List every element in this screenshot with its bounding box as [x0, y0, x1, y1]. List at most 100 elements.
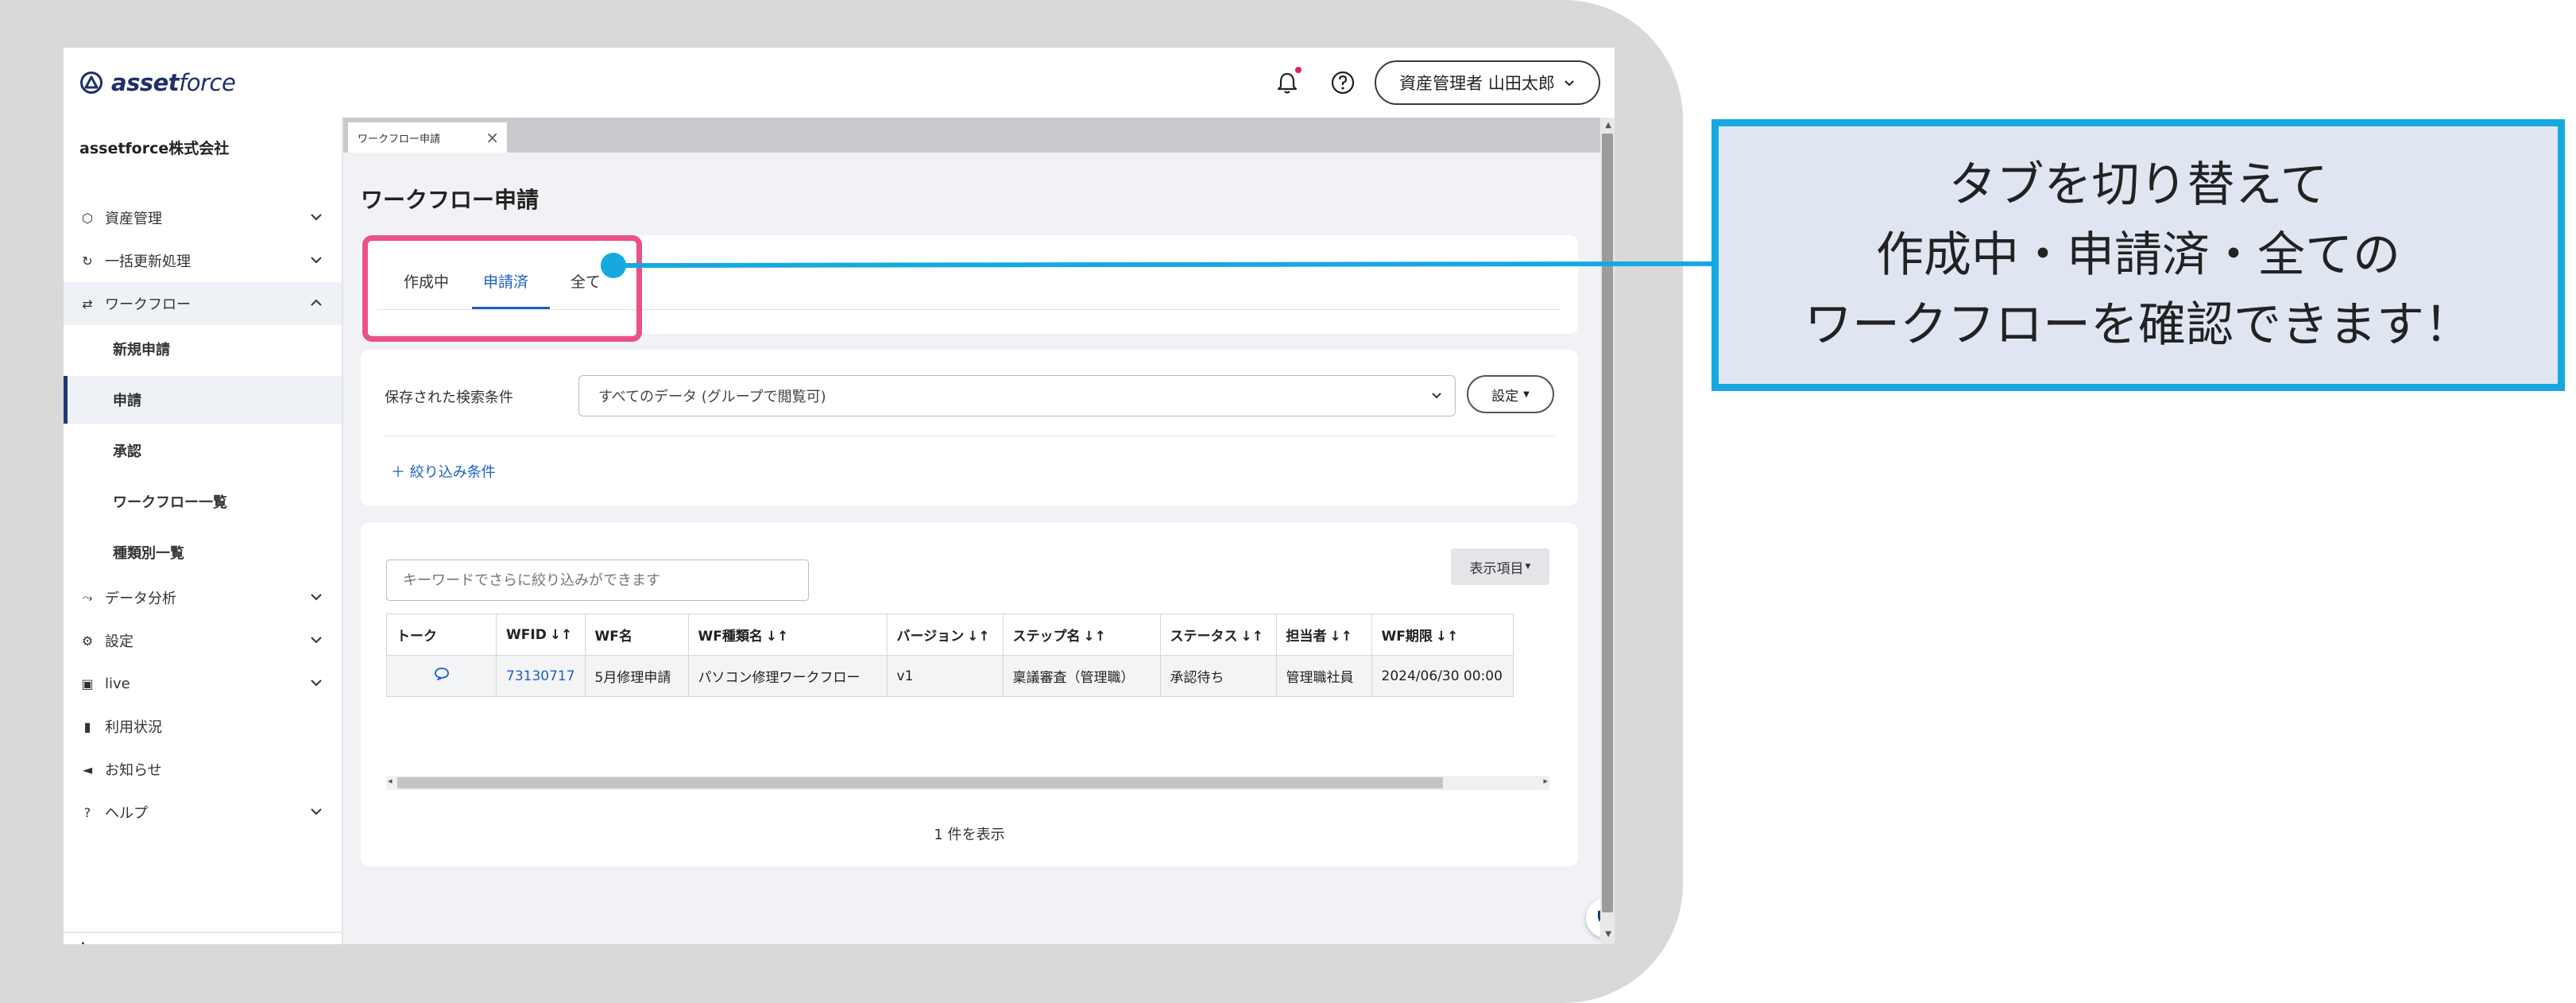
display-columns-button[interactable]: 表示項目 ▼	[1451, 548, 1549, 585]
callout-connector-dot	[601, 253, 626, 278]
chevron-down-icon	[311, 808, 322, 815]
results-card: 表示項目 ▼ トーク WFID↓↑ WF名 WF種類名↓↑ バージョン↓↑ ステ…	[361, 523, 1578, 866]
gear-icon: ⚙	[81, 633, 94, 649]
sidebar-item-label: 利用状況	[105, 719, 162, 736]
chevron-up-icon	[311, 299, 322, 306]
sort-icon: ↓↑	[1435, 629, 1459, 645]
status-cell: 承認待ち	[1159, 655, 1277, 697]
tabs-highlight-box	[362, 235, 642, 342]
sort-icon: ↓↑	[1083, 629, 1107, 645]
sort-icon: ↓↑	[549, 626, 573, 643]
sidebar-item-data-analysis[interactable]: ⤳ データ分析	[64, 576, 342, 619]
add-filter-link[interactable]: ＋ 絞り込み条件	[391, 461, 496, 482]
instruction-callout: タブを切り替えて 作成中・申請済・全ての ワークフローを確認できます！	[1712, 119, 2565, 391]
saved-search-select[interactable]: すべてのデータ (グループで閲覧可)	[578, 375, 1456, 416]
assetforce-logo[interactable]: assetforce	[79, 65, 236, 100]
logo-text: assetforce	[111, 69, 236, 96]
caret-down-icon: ▼	[1523, 389, 1530, 399]
callout-line: ワークフローを確認できます！	[1804, 297, 2472, 353]
scroll-down-icon[interactable]: ▼	[1605, 930, 1611, 939]
sidebar-item-live[interactable]: ▣ live	[64, 662, 342, 705]
sidebar-item-workflow[interactable]: ⇄ ワークフロー	[64, 282, 342, 325]
search-conditions-card: 保存された検索条件 すべてのデータ (グループで閲覧可) 設定 ▼ ＋ 絞り込み…	[361, 350, 1578, 505]
col-header-version[interactable]: バージョン ↓↑	[886, 614, 1004, 656]
top-header: assetforce 資産管理者 山田太郎	[64, 48, 1615, 118]
sidebar-item-usage[interactable]: ▮ 利用状況	[64, 705, 342, 748]
tab-label: ワークフロー申請	[358, 133, 441, 145]
wfid-link[interactable]: 73130717	[506, 668, 575, 684]
refresh-icon: ↻	[82, 253, 93, 269]
callout-line: 作成中・申請済・全ての	[1876, 227, 2400, 283]
sidebar-subitem-by-type-list[interactable]: 種類別一覧	[64, 529, 342, 576]
scroll-thumb[interactable]	[397, 777, 1443, 788]
tab-workflow-request[interactable]: ワークフロー申請 ×	[348, 122, 507, 153]
chart-icon: ⤳	[82, 590, 93, 605]
logo-mark-icon	[80, 72, 102, 94]
workflow-icon: ⇄	[82, 296, 93, 312]
sidebar-subitem-requests[interactable]: 申請	[64, 376, 342, 424]
megaphone-icon: ◄	[82, 761, 93, 777]
sidebar-item-label: ヘルプ	[105, 805, 148, 822]
keyword-search-input[interactable]	[386, 560, 809, 601]
col-header-status[interactable]: ステータス ↓↑	[1159, 614, 1277, 656]
sidebar-subitem-new-request[interactable]: 新規申請	[64, 325, 342, 373]
vertical-scrollbar[interactable]: ▲ ▼	[1600, 118, 1615, 944]
col-header-wf-deadline[interactable]: WF期限 ↓↑	[1371, 614, 1514, 656]
settings-button-label: 設定	[1491, 388, 1519, 405]
scroll-up-icon[interactable]: ▲	[1605, 121, 1611, 130]
app-screen: assetforce 資産管理者 山田太郎 assetforce株式会社 ⬡ 資…	[64, 48, 1615, 944]
settings-dropdown-button[interactable]: 設定 ▼	[1467, 375, 1554, 413]
wf-type-cell: パソコン修理ワークフロー	[687, 655, 888, 697]
table-horizontal-scrollbar[interactable]: ◂ ▸	[386, 776, 1549, 790]
col-header-step-name[interactable]: ステップ名 ↓↑	[1002, 614, 1161, 656]
deadline-cell: 2024/06/30 00:00	[1371, 655, 1514, 697]
sidebar-item-bulk-update[interactable]: ↻ 一括更新処理	[64, 239, 342, 282]
sidebar: assetforce株式会社 ⬡ 資産管理 ↻ 一括更新処理 ⇄ ワークフロー …	[64, 118, 343, 944]
chevron-down-icon	[311, 257, 322, 264]
col-header-wf-name[interactable]: WF名	[584, 614, 689, 656]
help-circle-icon: ?	[83, 804, 91, 820]
version-cell: v1	[886, 655, 1004, 697]
page-title: ワークフロー申請	[361, 187, 540, 213]
wfid-cell[interactable]: 73130717	[496, 655, 586, 697]
chevron-down-icon	[311, 594, 322, 601]
sidebar-item-label: 設定	[105, 633, 133, 650]
sidebar-item-label: 資産管理	[105, 211, 162, 227]
user-menu-button[interactable]: 資産管理者 山田太郎	[1375, 60, 1600, 105]
notification-dot	[1295, 67, 1302, 73]
talk-cell[interactable]	[386, 655, 497, 697]
workflow-table: トーク WFID ↓↑ WF名 WF種類名 ↓↑ バージョン ↓↑ ステップ名 ↓↑ ス…	[386, 614, 1514, 697]
bar-chart-icon: ▮	[83, 718, 91, 734]
table-row[interactable]: 73130717 5月修理申請 パソコン修理ワークフロー v1 稟議審査（管理職…	[386, 655, 1514, 697]
sidebar-item-label: データ分析	[105, 591, 176, 607]
sidebar-subitem-workflow-list[interactable]: ワークフロー一覧	[64, 478, 342, 525]
sidebar-item-label: live	[105, 675, 130, 692]
chat-bubble-icon[interactable]	[433, 666, 451, 682]
sidebar-divider	[64, 931, 342, 933]
col-header-talk[interactable]: トーク	[386, 614, 497, 656]
columns-button-label: 表示項目	[1469, 560, 1524, 577]
collapse-left-icon[interactable]: |<	[79, 939, 102, 944]
col-header-wf-type[interactable]: WF種類名 ↓↑	[687, 614, 888, 656]
sidebar-item-asset-management[interactable]: ⬡ 資産管理	[64, 196, 342, 239]
assignee-cell: 管理職社員	[1275, 655, 1372, 697]
sidebar-item-label: お知らせ	[105, 762, 162, 779]
help-icon[interactable]	[1327, 67, 1359, 99]
sort-icon: ↓↑	[765, 629, 789, 645]
result-count: 1 件を表示	[934, 827, 1005, 843]
scroll-right-icon[interactable]: ▸	[1543, 776, 1548, 786]
scroll-thumb[interactable]	[1602, 134, 1613, 912]
close-icon[interactable]: ×	[485, 128, 499, 147]
sidebar-item-settings[interactable]: ⚙ 設定	[64, 619, 342, 662]
scroll-left-icon[interactable]: ◂	[388, 776, 393, 786]
wf-name-cell: 5月修理申請	[584, 655, 689, 697]
sidebar-subitem-approval[interactable]: 承認	[64, 427, 342, 474]
sidebar-item-news[interactable]: ◄ お知らせ	[64, 748, 342, 791]
col-header-assignee[interactable]: 担当者 ↓↑	[1275, 614, 1372, 656]
caret-down-icon: ▼	[1525, 563, 1531, 571]
cube-icon: ⬡	[82, 210, 93, 226]
sidebar-item-help[interactable]: ? ヘルプ	[64, 791, 342, 834]
company-name: assetforce株式会社	[79, 140, 230, 157]
col-header-wfid[interactable]: WFID ↓↑	[496, 614, 586, 656]
chevron-down-icon	[311, 680, 322, 687]
